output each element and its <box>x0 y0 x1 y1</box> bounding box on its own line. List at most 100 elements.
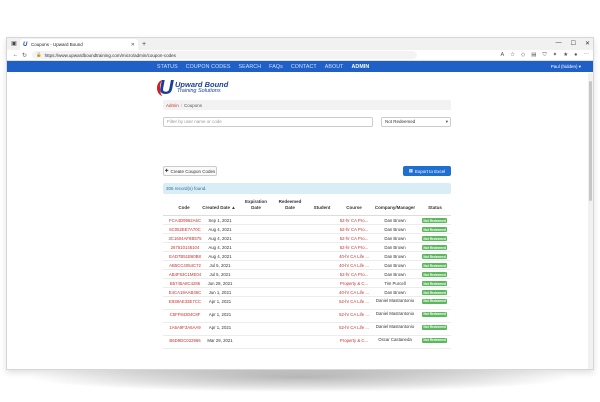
nav-faqs[interactable]: FAQs <box>269 64 283 70</box>
cell-course[interactable]: 52-hr CA Pro... <box>337 227 371 232</box>
nav-coupon-codes[interactable]: COUPON CODES <box>186 64 231 70</box>
scroll-thumb[interactable] <box>589 81 592 201</box>
cell-created-date: Jun 28, 2021 <box>207 281 233 286</box>
cell-course[interactable]: 52-hr CA Life ... <box>337 299 371 304</box>
cell-created-date: Apr 1, 2021 <box>208 325 232 330</box>
user-menu[interactable]: Paul (hidden) ▾ <box>551 64 581 70</box>
table-body: FCA4D9962A6C Sep 1, 2021 52-hr CA Pro... Da… <box>163 216 451 349</box>
extension-icons: A ☆ ◇ ▤ ⛉ ✦ ★ ● ⋯ <box>500 52 589 59</box>
shield-icon[interactable]: ⛉ <box>542 52 546 59</box>
puzzle-icon[interactable]: ✦ <box>553 52 558 59</box>
star-icon[interactable]: ☆ <box>510 52 515 59</box>
cell-company-manager: Oscar Castaneda <box>378 337 412 342</box>
cell-course[interactable]: Property & C... <box>337 281 371 286</box>
address-bar[interactable]: 🔒 https://www.upwardboundtraining.com/mi… <box>32 51 417 59</box>
maximize-icon[interactable]: ☐ <box>571 40 576 47</box>
cell-company-manager: Dan Brown <box>384 236 406 241</box>
status-select-value: Not Redeemed <box>385 119 416 124</box>
browser-window: ▣ U Coupons - Upward Bound ✕ + — ☐ ✕ ← ↻… <box>6 37 594 370</box>
status-select[interactable]: Not Redeemed ▾ <box>381 117 451 127</box>
header-created-date[interactable]: Created Date ▲ <box>199 205 239 211</box>
site-logo[interactable]: U Upward Bound Training Solutions <box>155 77 245 99</box>
create-coupon-button[interactable]: ✚ Create Coupon Codes <box>163 166 217 176</box>
filter-input[interactable]: Filter by user name or code <box>163 117 373 127</box>
browser-tab[interactable]: U Coupons - Upward Bound ✕ <box>20 39 138 50</box>
header-code[interactable]: Code <box>169 205 199 211</box>
cell-course[interactable]: 40-hr CA Life ... <box>337 254 371 259</box>
status-badge: Not Redeemed <box>422 254 448 259</box>
cell-course[interactable]: 40-hr CA Life ... <box>337 290 371 295</box>
logo-mark: U <box>159 77 174 99</box>
refresh-icon[interactable]: ↻ <box>20 52 29 59</box>
header-expiration-date[interactable]: Expiration Date <box>241 199 271 210</box>
site-navigation: STATUS COUPON CODES SEARCH FAQs CONTACT … <box>7 61 593 72</box>
cell-course[interactable]: 52-hr CA Pro... <box>337 218 371 223</box>
profile-icon[interactable]: ● <box>574 52 577 59</box>
table-row: E938AE33E7CC Apr 1, 2021 52-hr CA Life ...… <box>163 297 451 310</box>
cell-course[interactable]: 52-hr CA Pro... <box>337 245 371 250</box>
header-student[interactable]: Student <box>309 205 335 211</box>
cell-company-manager: Dan Brown <box>384 227 406 232</box>
export-excel-button[interactable]: ▦ Export to Excel <box>403 166 451 176</box>
read-aloud-icon[interactable]: A <box>500 52 504 59</box>
breadcrumb-separator: / <box>180 102 183 108</box>
minimize-icon[interactable]: — <box>556 40 562 47</box>
cell-created-date: Aug 4, 2021 <box>208 254 232 259</box>
cell-created-date: Apr 1, 2021 <box>208 312 232 317</box>
logo-line2: Training Solutions <box>177 88 221 94</box>
cell-course[interactable]: 52-hr CA Pro... <box>337 272 371 277</box>
status-badge: Not Redeemed <box>422 263 448 268</box>
title-bar: ▣ U Coupons - Upward Bound ✕ + — ☐ ✕ <box>7 38 593 50</box>
header-course[interactable]: Course <box>339 205 369 211</box>
cell-course[interactable]: 52-hr CA Life ... <box>337 312 371 317</box>
nav-status[interactable]: STATUS <box>157 64 178 70</box>
status-badge: Not Redeemed <box>422 281 448 286</box>
nav-admin[interactable]: ADMIN <box>352 64 370 70</box>
coupon-table: Code Created Date ▲ Expiration Date Rede… <box>163 199 451 349</box>
cell-created-date: Aug 4, 2021 <box>208 245 232 250</box>
cell-course[interactable]: 52-hr CA Life ... <box>337 325 371 330</box>
extension-icon[interactable]: ◇ <box>521 52 525 59</box>
favorites-icon[interactable]: ★ <box>563 52 568 59</box>
cell-course[interactable]: Property & C... <box>337 338 371 343</box>
cell-created-date: Apr 1, 2021 <box>208 299 232 304</box>
breadcrumb-current: Coupons <box>184 102 203 108</box>
cell-company-manager: Daniel Mastrantonio <box>375 311 415 316</box>
cell-company-manager: Daniel Mastrantonio <box>375 324 415 329</box>
nav-contact[interactable]: CONTACT <box>291 64 317 70</box>
collections-icon[interactable]: ▤ <box>531 52 536 59</box>
table-row: AB5CC4054C72 Jul 5, 2021 40-hr CA Life ...… <box>163 261 451 270</box>
header-redeemed-date[interactable]: Redeemed Date <box>275 199 305 210</box>
cell-company-manager: Dan Brown <box>384 245 406 250</box>
header-status[interactable]: Status <box>421 205 449 211</box>
breadcrumb: Admin / Coupons <box>163 100 451 110</box>
status-badge: Not Redeemed <box>422 245 448 250</box>
status-badge: Not Redeemed <box>422 324 448 330</box>
create-coupon-label: Create Coupon Codes <box>170 168 216 174</box>
breadcrumb-admin-link[interactable]: Admin <box>166 103 179 108</box>
cell-created-date: Jul 5, 2021 <box>209 263 231 268</box>
close-icon[interactable]: ✕ <box>585 40 590 47</box>
tab-close-icon[interactable]: ✕ <box>131 42 135 48</box>
status-badge: Not Redeemed <box>422 236 448 241</box>
cell-company-manager: Daniel Mastrantonio <box>375 298 415 303</box>
header-company-manager[interactable]: Company/Manager <box>371 205 419 211</box>
window-menu-icon[interactable]: ▣ <box>10 41 18 48</box>
page-scrollbar[interactable] <box>588 73 593 369</box>
new-tab-icon[interactable]: + <box>142 41 146 48</box>
cell-course[interactable]: 40-hr CA Life ... <box>337 263 371 268</box>
nav-about[interactable]: ABOUT <box>325 64 344 70</box>
nav-search[interactable]: SEARCH <box>238 64 261 70</box>
cell-created-date: Aug 4, 2021 <box>208 227 232 232</box>
excel-icon: ▦ <box>408 168 413 173</box>
table-row: 6C052EE7A70C Aug 4, 2021 52-hr CA Pro... Da… <box>163 225 451 234</box>
back-icon[interactable]: ← <box>11 52 20 58</box>
table-row: AB4F53C1ME04 Jul 5, 2021 52-hr CA Pro... Da… <box>163 270 451 279</box>
cell-created-date: Sep 1, 2021 <box>208 218 232 223</box>
cell-course[interactable]: 52-hr CA Pro... <box>337 236 371 241</box>
more-icon[interactable]: ⋯ <box>584 52 590 59</box>
status-badge: Not Redeemed <box>422 290 448 295</box>
cell-created-date: Jul 5, 2021 <box>209 272 231 277</box>
table-row: B5745A8C4286 Jun 28, 2021 Property & C... T… <box>163 279 451 288</box>
table-row: E4CA19AAB36C Jun 1, 2021 40-hr CA Life ...… <box>163 288 451 297</box>
